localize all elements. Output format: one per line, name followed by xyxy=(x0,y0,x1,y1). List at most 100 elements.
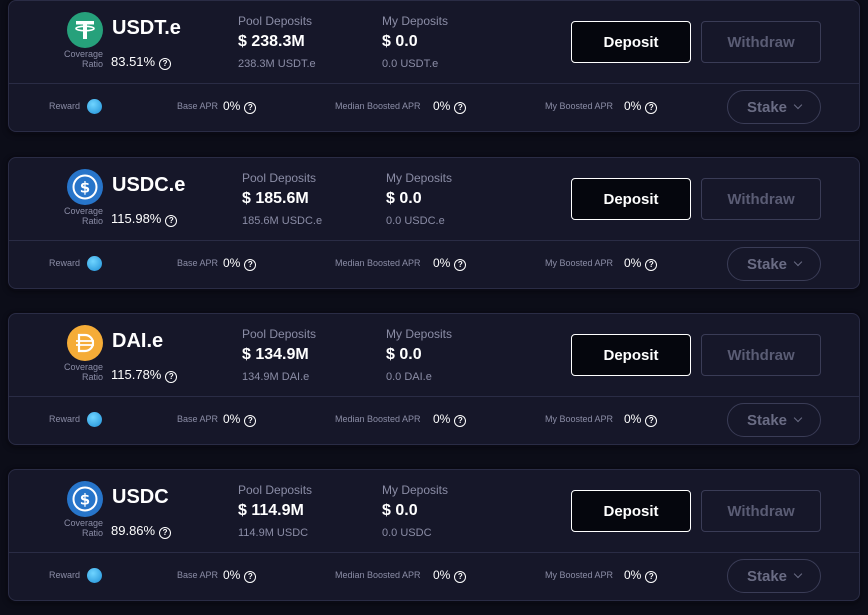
median-boosted-apr: 0%? xyxy=(433,99,467,114)
help-icon[interactable]: ? xyxy=(165,371,178,383)
median-boosted-apr-label: Median Boosted APR xyxy=(335,101,421,111)
help-icon[interactable]: ? xyxy=(159,527,172,539)
stake-button[interactable]: Stake xyxy=(727,90,821,124)
withdraw-button[interactable]: Withdraw xyxy=(701,178,821,220)
median-boosted-apr-value: 0% xyxy=(433,568,451,582)
dai-icon xyxy=(67,325,103,361)
coverage-ratio: 83.51%? xyxy=(111,54,172,70)
pool-deposits-label: Pool Deposits xyxy=(238,483,313,497)
reward-label: Reward xyxy=(49,570,81,580)
pool-deposits-sub: 114.9M USDC xyxy=(238,527,309,539)
pool-summary-row: USDT.e Coverage Ratio 83.51%? Pool Depos… xyxy=(9,1,859,83)
my-deposits-sub: 0.0 USDC.e xyxy=(386,215,445,227)
stake-button[interactable]: Stake xyxy=(727,403,821,437)
base-apr-label: Base APR xyxy=(177,414,219,424)
help-icon[interactable]: ? xyxy=(645,415,658,427)
token-name: USDC.e xyxy=(112,174,186,196)
pool-card-usdt-e: USDT.e Coverage Ratio 83.51%? Pool Depos… xyxy=(8,0,860,132)
token-name: DAI.e xyxy=(112,330,164,352)
usdc-icon: $ xyxy=(67,169,103,205)
base-apr: 0%? xyxy=(223,568,257,583)
median-boosted-apr-value: 0% xyxy=(433,99,451,113)
pool-deposits-value: $ 134.9M xyxy=(242,346,309,363)
help-icon[interactable]: ? xyxy=(454,102,467,114)
reward-label: Reward xyxy=(49,101,81,111)
median-boosted-apr-label: Median Boosted APR xyxy=(335,570,421,580)
deposit-button[interactable]: Deposit xyxy=(571,178,691,220)
reward-token-icon xyxy=(87,568,102,583)
pool-deposits-value: $ 185.6M xyxy=(242,190,309,207)
pool-apr-row: Reward Base APR 0%? Median Boosted APR 0… xyxy=(9,84,859,132)
my-boosted-apr: 0%? xyxy=(624,412,658,427)
reward-label: Reward xyxy=(49,258,81,268)
help-icon[interactable]: ? xyxy=(454,571,467,583)
my-boosted-apr-value: 0% xyxy=(624,256,642,270)
median-boosted-apr: 0%? xyxy=(433,568,467,583)
pool-deposits-label: Pool Deposits xyxy=(242,327,317,341)
my-deposits-label: My Deposits xyxy=(382,14,449,28)
stake-button[interactable]: Stake xyxy=(727,559,821,593)
pool-deposits-label: Pool Deposits xyxy=(238,14,313,28)
help-icon[interactable]: ? xyxy=(454,259,467,271)
stake-button[interactable]: Stake xyxy=(727,247,821,281)
stake-label: Stake xyxy=(746,98,788,116)
base-apr-value: 0% xyxy=(223,99,241,113)
my-deposits-label: My Deposits xyxy=(386,327,453,341)
help-icon[interactable]: ? xyxy=(165,215,178,227)
my-boosted-apr-value: 0% xyxy=(624,412,642,426)
usdc-icon: $ xyxy=(67,481,103,517)
deposit-button[interactable]: Deposit xyxy=(571,21,691,63)
help-icon[interactable]: ? xyxy=(159,58,172,70)
svg-text:$: $ xyxy=(80,179,90,197)
help-icon[interactable]: ? xyxy=(244,571,257,583)
coverage-ratio-value: 115.98% xyxy=(111,211,162,226)
chevron-down-icon xyxy=(793,257,803,267)
my-boosted-apr-value: 0% xyxy=(624,568,642,582)
chevron-down-icon xyxy=(793,569,803,579)
pool-deposits-sub: 134.9M DAI.e xyxy=(242,371,310,383)
base-apr: 0%? xyxy=(223,99,257,114)
help-icon[interactable]: ? xyxy=(645,259,658,271)
base-apr-label: Base APR xyxy=(177,101,219,111)
pool-card-usdc: $ USDC Coverage Ratio 89.86%? Pool Depos… xyxy=(8,469,860,601)
reward-token-icon xyxy=(87,99,102,114)
withdraw-button[interactable]: Withdraw xyxy=(701,334,821,376)
median-boosted-apr: 0%? xyxy=(433,256,467,271)
coverage-ratio-value: 83.51% xyxy=(111,54,156,69)
my-deposits-value: $ 0.0 xyxy=(382,33,418,50)
help-icon[interactable]: ? xyxy=(454,415,467,427)
pool-summary-row: DAI.e Coverage Ratio 115.78%? Pool Depos… xyxy=(9,314,859,396)
my-boosted-apr: 0%? xyxy=(624,99,658,114)
deposit-button[interactable]: Deposit xyxy=(571,334,691,376)
my-deposits-label: My Deposits xyxy=(386,171,453,185)
coverage-ratio-label: Coverage Ratio xyxy=(63,206,103,226)
my-deposits-value: $ 0.0 xyxy=(386,190,422,207)
coverage-ratio-label: Coverage Ratio xyxy=(63,362,103,382)
median-boosted-apr-value: 0% xyxy=(433,412,451,426)
help-icon[interactable]: ? xyxy=(645,102,658,114)
coverage-ratio: 115.98%? xyxy=(111,211,178,227)
pool-deposits-label: Pool Deposits xyxy=(242,171,317,185)
coverage-ratio-label: Coverage Ratio xyxy=(63,49,103,69)
help-icon[interactable]: ? xyxy=(244,259,257,271)
my-deposits-label: My Deposits xyxy=(382,483,449,497)
help-icon[interactable]: ? xyxy=(244,415,257,427)
coverage-ratio-label: Coverage Ratio xyxy=(63,518,103,538)
pool-summary-row: $ USDC.e Coverage Ratio 115.98%? Pool De… xyxy=(9,158,859,240)
tether-icon xyxy=(67,12,103,48)
my-boosted-apr-label: My Boosted APR xyxy=(545,258,614,268)
my-deposits-value: $ 0.0 xyxy=(386,346,422,363)
my-boosted-apr-value: 0% xyxy=(624,99,642,113)
help-icon[interactable]: ? xyxy=(244,102,257,114)
chevron-down-icon xyxy=(793,100,803,110)
base-apr-label: Base APR xyxy=(177,258,219,268)
my-deposits-sub: 0.0 USDC xyxy=(382,527,432,539)
stake-label: Stake xyxy=(746,567,788,585)
coverage-ratio: 115.78%? xyxy=(111,367,178,383)
my-deposits-value: $ 0.0 xyxy=(382,502,418,519)
withdraw-button[interactable]: Withdraw xyxy=(701,21,821,63)
my-deposits-sub: 0.0 DAI.e xyxy=(386,371,432,383)
help-icon[interactable]: ? xyxy=(645,571,658,583)
deposit-button[interactable]: Deposit xyxy=(571,490,691,532)
withdraw-button[interactable]: Withdraw xyxy=(701,490,821,532)
